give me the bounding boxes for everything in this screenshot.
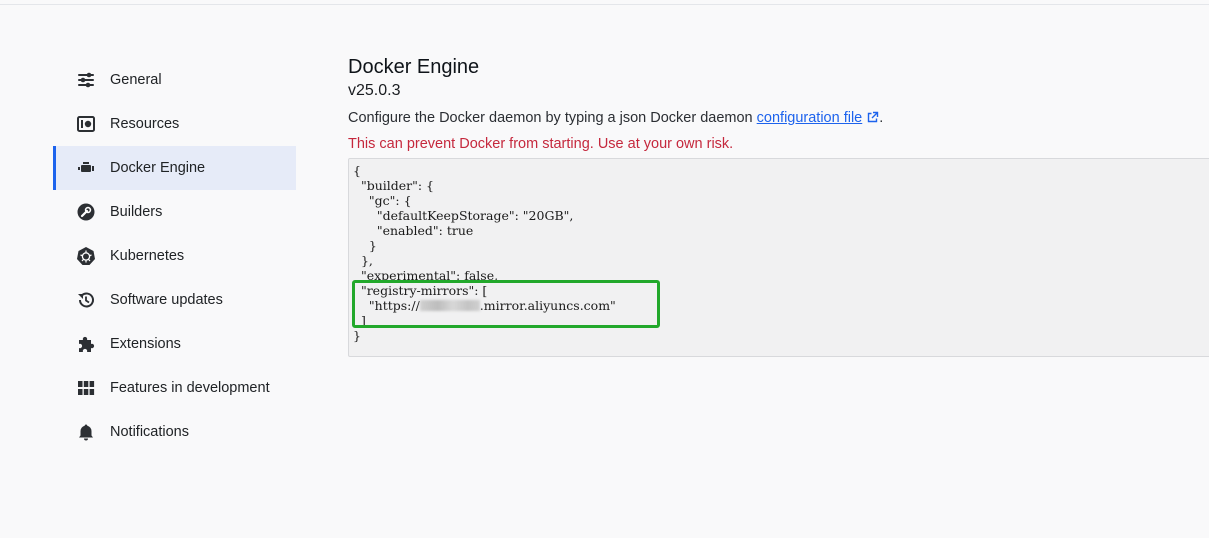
code-line: "experimental": false, [353, 268, 499, 283]
sidebar-item-extensions[interactable]: Extensions [53, 322, 296, 366]
external-link-icon[interactable] [866, 111, 879, 129]
description-end: . [879, 110, 884, 126]
description-text: Configure the Docker daemon by typing a … [348, 110, 757, 126]
sidebar-item-label: Builders [110, 204, 163, 220]
settings-sidebar: General Resources Docker Engine Builders… [53, 58, 296, 454]
sidebar-item-resources[interactable]: Resources [53, 102, 296, 146]
sidebar-item-label: Features in development [110, 380, 270, 396]
code-line: "gc": { [353, 193, 412, 208]
bell-icon [75, 421, 97, 443]
configuration-file-link[interactable]: configuration file [757, 110, 863, 126]
resources-icon [75, 113, 97, 135]
redacted-blur [419, 300, 480, 311]
puzzle-icon [75, 333, 97, 355]
kubernetes-icon [75, 245, 97, 267]
sidebar-item-label: General [110, 72, 162, 88]
sidebar-item-label: Docker Engine [110, 160, 206, 176]
sidebar-item-kubernetes[interactable]: Kubernetes [53, 234, 296, 278]
sidebar-item-software-updates[interactable]: Software updates [53, 278, 296, 322]
code-line: { [353, 163, 361, 178]
sidebar-item-label: Resources [110, 116, 180, 132]
sidebar-item-notifications[interactable]: Notifications [53, 410, 296, 454]
sidebar-item-features-in-development[interactable]: Features in development [53, 366, 296, 410]
code-line: "builder": { [353, 178, 435, 193]
code-line: "registry-mirrors": [ [353, 283, 488, 298]
mirror-suffix: .mirror.aliyuncs.com" [479, 298, 616, 313]
sidebar-item-label: Kubernetes [110, 248, 185, 264]
sidebar-item-general[interactable]: General [53, 58, 296, 102]
code-line: } [353, 328, 361, 343]
engine-icon [75, 157, 97, 179]
page-title: Docker Engine [348, 56, 480, 78]
docker-engine-panel: Docker Engine v25.0.3 Configure the Dock… [348, 55, 883, 153]
json-code[interactable]: { "builder": { "gc": { "defaultKeepStora… [353, 163, 616, 343]
description: Configure the Docker daemon by typing a … [348, 109, 883, 129]
sidebar-item-label: Extensions [110, 336, 181, 352]
code-line: "enabled": true [353, 223, 474, 238]
grid-icon [75, 377, 97, 399]
engine-version: v25.0.3 [348, 82, 401, 99]
sidebar-item-label: Notifications [110, 424, 189, 440]
code-line: ] [353, 313, 366, 328]
history-icon [75, 289, 97, 311]
code-line: "https:// [353, 298, 420, 313]
wrench-icon [75, 201, 97, 223]
code-line: "defaultKeepStorage": "20GB", [353, 208, 574, 223]
sidebar-item-label: Software updates [110, 292, 223, 308]
code-line: }, [353, 253, 373, 268]
daemon-json-editor[interactable]: { "builder": { "gc": { "defaultKeepStora… [348, 158, 1209, 357]
sliders-icon [75, 69, 97, 91]
top-divider [0, 4, 1209, 5]
sidebar-item-docker-engine[interactable]: Docker Engine [53, 146, 296, 190]
warning-text: This can prevent Docker from starting. U… [348, 136, 734, 152]
sidebar-item-builders[interactable]: Builders [53, 190, 296, 234]
code-line: } [353, 238, 377, 253]
